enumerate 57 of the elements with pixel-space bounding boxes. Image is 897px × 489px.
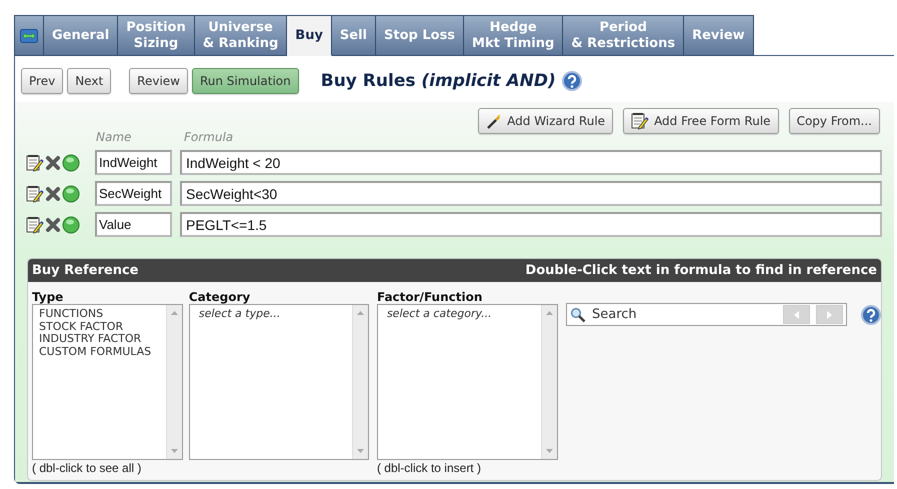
toolbar-button[interactable]: Review [129, 68, 188, 94]
list-item[interactable]: CUSTOM FORMULAS [39, 346, 160, 358]
list-item[interactable]: FUNCTIONS [39, 308, 160, 320]
toolbar-button[interactable]: Run Simulation [192, 68, 299, 94]
formula-field[interactable]: SecWeight<30 [180, 181, 882, 206]
list-hint: select a type... [198, 308, 282, 320]
search-field[interactable]: Search [566, 303, 847, 326]
list-hint: select a category... [386, 308, 493, 320]
help-icon[interactable] [562, 71, 582, 91]
list-box[interactable]: FUNCTIONS STOCK FACTOR INDUSTRY FACTOR CUSTOM FORMULAS [32, 304, 183, 460]
list-item[interactable]: INDUSTRY FACTOR [39, 333, 160, 346]
list-heading: Factor/Function [376, 291, 484, 304]
delete-icon[interactable] [45, 216, 61, 232]
toolbar-button[interactable]: Next [67, 68, 112, 94]
list-box[interactable]: select a type... [188, 304, 369, 460]
tab[interactable]: Hedge Mkt Timing [464, 15, 564, 56]
tab[interactable] [14, 15, 44, 56]
panel-hint: Double-Click text in formula to find in reference [525, 263, 877, 278]
list-item[interactable]: STOCK FACTOR [39, 320, 160, 333]
rule-button[interactable]: Add Wizard Rule [478, 108, 614, 134]
name-field[interactable]: Value [95, 212, 172, 237]
status-dot[interactable] [62, 154, 80, 172]
list-footer: ( dbl-click to see all ) [32, 461, 183, 475]
toolbar-button[interactable]: Prev [21, 68, 64, 94]
delete-icon[interactable] [45, 186, 61, 202]
name-field[interactable]: IndWeight [95, 150, 172, 175]
formula-field[interactable]: PEGLT<=1.5 [180, 212, 882, 237]
delete-icon[interactable] [45, 154, 61, 170]
name-field[interactable]: SecWeight [95, 181, 172, 206]
list-heading: Type [32, 291, 64, 304]
column-header: Name [96, 130, 132, 144]
right-arrow-icon [827, 310, 832, 318]
left-arrow-icon [794, 310, 799, 318]
tab[interactable]: Buy [287, 15, 332, 56]
help-icon[interactable] [861, 304, 881, 324]
tab[interactable]: Universe & Ranking [194, 15, 288, 56]
list-footer: ( dbl-click to insert ) [376, 461, 558, 475]
list-box[interactable]: select a category... [376, 304, 558, 460]
edit-icon[interactable] [26, 154, 44, 172]
edit-icon[interactable] [26, 184, 44, 202]
formula-field[interactable]: IndWeight < 20 [180, 150, 882, 175]
page-title: Buy Rules (implicit AND) [320, 71, 556, 91]
swap-icon [20, 28, 38, 42]
tab[interactable]: Position Sizing [118, 15, 195, 56]
status-dot[interactable] [62, 184, 80, 202]
edit-icon[interactable] [26, 216, 44, 234]
list-heading: Category [188, 291, 252, 304]
notepad-icon [631, 112, 650, 130]
search-icon [570, 306, 586, 322]
wand-icon [486, 113, 502, 129]
column-header: Formula [184, 130, 234, 144]
rule-button[interactable]: Copy From... [788, 108, 880, 134]
search-input[interactable]: Search [592, 307, 777, 322]
rule-button[interactable]: Add Free Form Rule [623, 108, 779, 134]
panel-title: Buy Reference [32, 263, 138, 278]
tab[interactable]: Period & Restrictions [563, 15, 684, 56]
status-dot[interactable] [62, 216, 80, 234]
